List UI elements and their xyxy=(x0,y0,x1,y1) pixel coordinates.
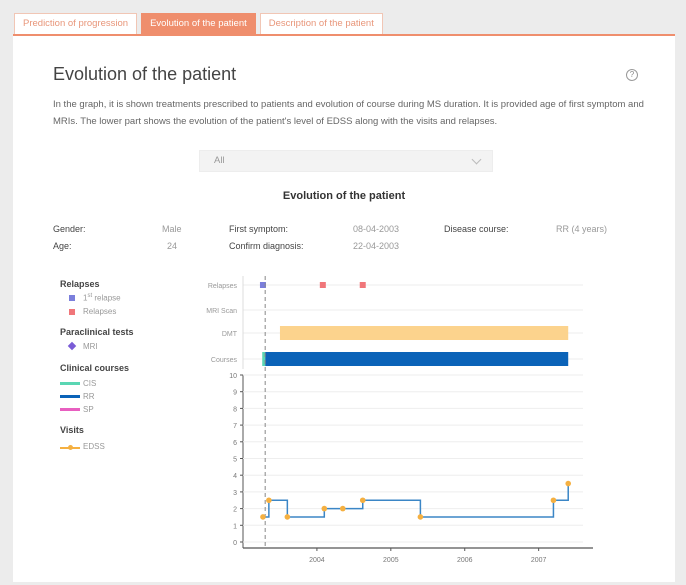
dmt-bar xyxy=(279,326,569,340)
legend-relapses-title: Relapses xyxy=(60,279,100,289)
relapse-marker xyxy=(359,282,366,288)
timeline-row-label: MRI Scan xyxy=(206,308,237,315)
edss-y-tick-label: 10 xyxy=(229,373,237,380)
gender-label: Gender: xyxy=(53,224,86,234)
edss-y-tick-label: 9 xyxy=(233,390,237,397)
x-tick-label: 2005 xyxy=(383,557,399,564)
disease-course-label: Disease course: xyxy=(444,224,509,234)
edss-y-tick-label: 4 xyxy=(233,473,237,480)
first-symptom-value: 08-04-2003 xyxy=(353,224,400,234)
filter-select-value: All xyxy=(214,155,225,166)
legend-first-relapse: 1st relapse xyxy=(83,293,121,303)
first-relapse-swatch xyxy=(69,295,75,301)
cis-swatch xyxy=(60,382,80,385)
chevron-down-icon xyxy=(471,154,482,165)
legend-clinical-title: Clinical courses xyxy=(60,363,130,373)
x-tick-label: 2004 xyxy=(309,557,325,564)
edss-y-tick-label: 3 xyxy=(233,490,237,497)
confirm-diagnosis-value: 22-04-2003 xyxy=(353,241,400,251)
edss-point xyxy=(266,497,272,504)
edss-y-tick-label: 1 xyxy=(233,523,237,530)
tab-bar: Prediction of progression Evolution of t… xyxy=(14,13,383,35)
legend-paraclinical-title: Paraclinical tests xyxy=(60,327,134,337)
relapse-marker xyxy=(319,282,326,288)
legend-mri: MRI xyxy=(83,342,98,351)
tab-evolution-of-the-patient[interactable]: Evolution of the patient xyxy=(141,13,256,35)
age-label: Age: xyxy=(53,241,72,251)
edss-y-tick-label: 5 xyxy=(233,457,237,464)
edss-y-tick-label: 8 xyxy=(233,406,237,413)
content-panel: Evolution of the patient ? In the graph,… xyxy=(13,34,675,582)
x-tick-label: 2007 xyxy=(531,557,547,564)
edss-point xyxy=(417,514,424,520)
legend-sp: SP xyxy=(83,405,94,414)
timeline-row-label: Relapses xyxy=(208,283,238,290)
disease-course-value: RR (4 years) xyxy=(556,224,608,234)
edss-point xyxy=(321,505,328,512)
x-tick-label: 2006 xyxy=(457,557,473,564)
edss-y-tick-label: 7 xyxy=(233,423,237,430)
age-value: 24 xyxy=(167,241,178,251)
edss-point xyxy=(359,497,366,504)
legend-visits-title: Visits xyxy=(60,425,84,435)
question-circle-icon[interactable]: ? xyxy=(626,69,638,81)
tab-description-of-the-patient[interactable]: Description of the patient xyxy=(259,13,383,35)
timeline-row-label: Courses xyxy=(211,357,238,364)
cis-course-bar xyxy=(262,352,266,366)
edss-point xyxy=(339,505,346,512)
legend-relapses: Relapses xyxy=(83,307,117,316)
legend-edss: EDSS xyxy=(83,442,105,451)
timeline-row-label: DMT xyxy=(222,331,238,338)
edss-step-line xyxy=(262,483,569,518)
legend-cis: CIS xyxy=(83,379,97,388)
first-relapse-marker xyxy=(259,282,266,288)
edss-y-tick-label: 0 xyxy=(233,540,237,547)
mri-diamond-icon xyxy=(67,341,77,351)
chart-title: Evolution of the patient xyxy=(282,190,406,202)
tab-prediction-of-progression[interactable]: Prediction of progression xyxy=(14,13,138,35)
edss-point xyxy=(260,514,266,520)
page-title: Evolution of the patient xyxy=(53,64,237,84)
rr-swatch xyxy=(60,395,80,398)
first-symptom-label: First symptom: xyxy=(229,224,289,234)
gender-value: Male xyxy=(162,224,182,234)
page-description: In the graph, it is shown treatments pre… xyxy=(53,99,644,127)
edss-point xyxy=(565,480,572,487)
sp-swatch xyxy=(60,408,80,411)
confirm-diagnosis-label: Confirm diagnosis: xyxy=(229,241,304,251)
edss-point xyxy=(550,497,557,504)
edss-y-tick-label: 6 xyxy=(233,440,237,447)
rr-course-bar xyxy=(265,352,569,366)
edss-y-tick-label: 2 xyxy=(233,507,237,514)
relapse-swatch xyxy=(69,309,75,315)
edss-point-swatch xyxy=(68,445,73,450)
filter-select[interactable]: All xyxy=(199,150,493,172)
legend-rr: RR xyxy=(83,392,95,401)
edss-point xyxy=(284,514,291,520)
